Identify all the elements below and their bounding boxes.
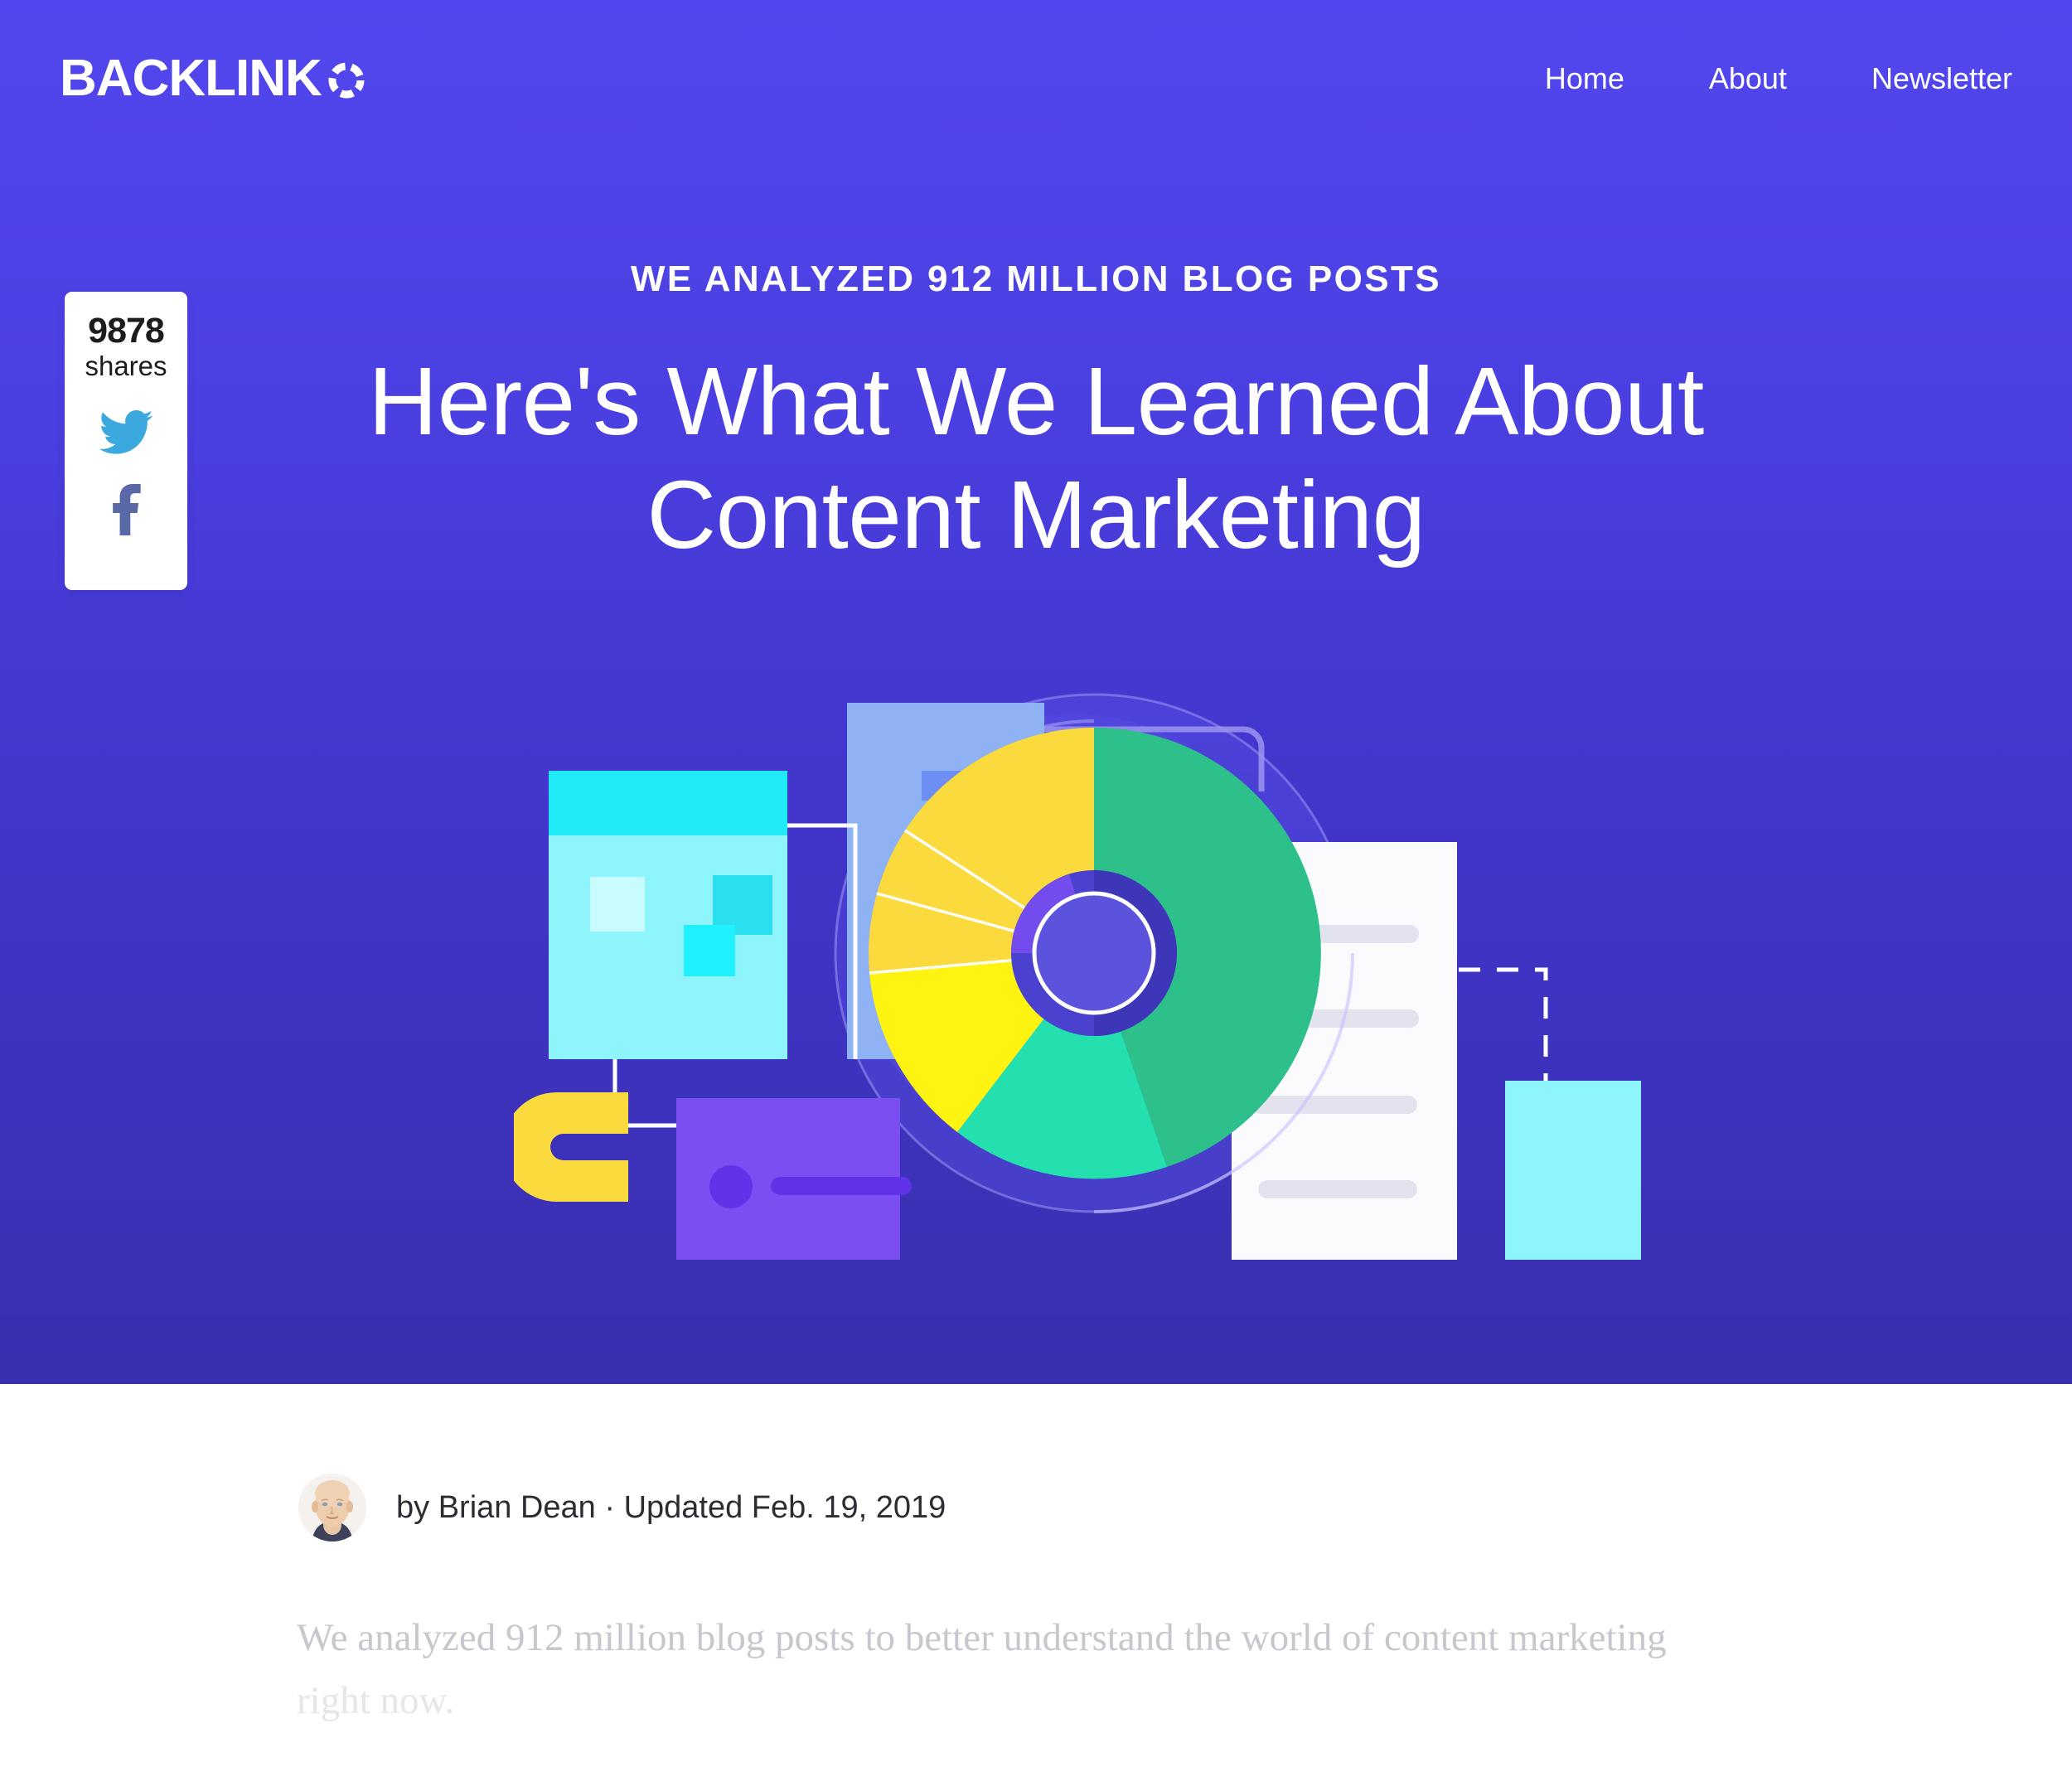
lede-line-1: We analyzed 912 million blog posts to be…	[297, 1616, 1667, 1659]
byline-text: by Brian Dean · Updated Feb. 19, 2019	[396, 1489, 946, 1525]
headline-line-2: Content Marketing	[646, 460, 1426, 569]
content-marketing-analytics-illustration	[514, 646, 1641, 1260]
article-lede: We analyzed 912 million blog posts to be…	[297, 1606, 1780, 1732]
nav-item-newsletter[interactable]: Newsletter	[1871, 61, 2012, 96]
share-count: 9878	[88, 311, 165, 351]
byline: by Brian Dean · Updated Feb. 19, 2019	[298, 1474, 946, 1542]
nav-item-home[interactable]: Home	[1545, 61, 1624, 96]
page-title: Here's What We Learned About Content Mar…	[257, 345, 1815, 572]
article-section: by Brian Dean · Updated Feb. 19, 2019 We…	[0, 1384, 2072, 1786]
twitter-bird-icon[interactable]	[99, 409, 153, 459]
headline-line-1: Here's What We Learned About	[368, 347, 1704, 455]
author-avatar	[298, 1474, 366, 1542]
main-navigation: BACKLINK Home About Newsletter	[0, 0, 2072, 157]
social-share-widget: 9878 shares	[65, 292, 187, 590]
share-label: shares	[85, 350, 167, 381]
page-root: BACKLINK Home About Newsletter 9878 shar…	[0, 0, 2072, 1786]
facebook-f-icon[interactable]	[109, 483, 143, 540]
lede-line-2: right now.	[297, 1679, 455, 1723]
segmented-circle-o-icon	[327, 61, 366, 100]
hero-eyebrow: WE ANALYZED 912 MILLION BLOG POSTS	[631, 259, 1441, 299]
site-logo[interactable]: BACKLINK	[60, 53, 366, 104]
logo-wordmark: BACKLINK	[60, 50, 322, 107]
nav-item-about[interactable]: About	[1709, 61, 1787, 96]
hero-section: BACKLINK Home About Newsletter 9878 shar…	[0, 0, 2072, 1384]
nav-links: Home About Newsletter	[1545, 61, 2012, 96]
